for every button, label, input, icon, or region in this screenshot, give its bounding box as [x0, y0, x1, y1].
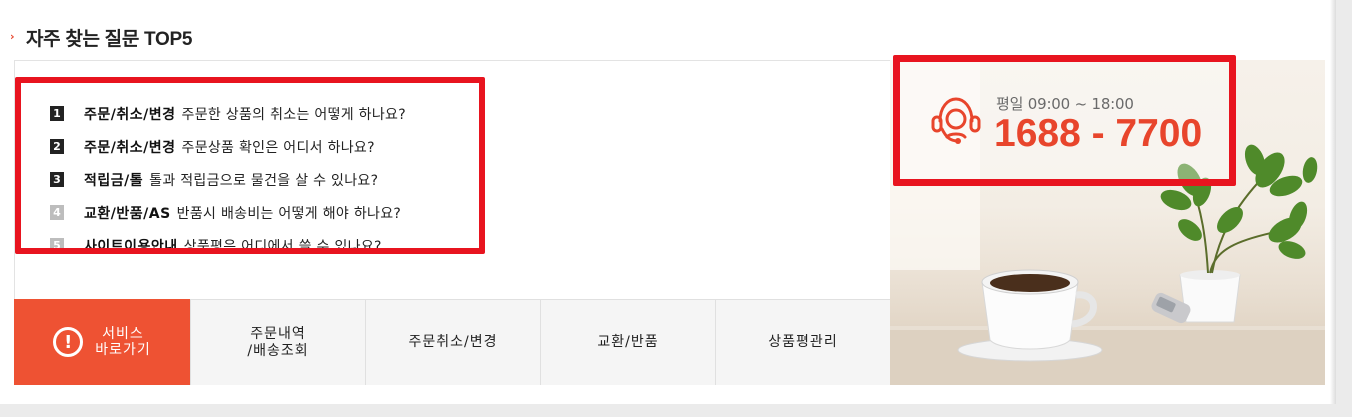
- frame-right-border: [1336, 0, 1352, 417]
- order-cancel-button[interactable]: 주문취소/변경: [365, 299, 540, 385]
- section-header: › 자주 찾는 질문 TOP5: [10, 22, 192, 52]
- service-shortcut-label: 서비스 바로가기: [95, 326, 151, 358]
- service-nav-bar: ! 서비스 바로가기 주문내역 /배송조회 주문취소/변경 교환/반품 상품평관…: [14, 299, 890, 385]
- service-shortcut-button[interactable]: ! 서비스 바로가기: [14, 299, 190, 385]
- review-management-button[interactable]: 상품평관리: [715, 299, 890, 385]
- nav-button-label: 주문내역 /배송조회: [247, 325, 309, 359]
- nav-button-label: 상품평관리: [768, 334, 838, 350]
- faq-highlight-box: [15, 77, 485, 254]
- chevron-right-icon: ›: [10, 30, 15, 43]
- nav-button-label: 주문취소/변경: [408, 334, 498, 350]
- order-history-button[interactable]: 주문내역 /배송조회: [190, 299, 365, 385]
- exchange-return-button[interactable]: 교환/반품: [540, 299, 715, 385]
- exclamation-circle-icon: !: [53, 327, 84, 357]
- cs-hours: 평일 09:00 ~ 18:00: [996, 95, 1134, 113]
- section-title: 자주 찾는 질문 TOP5: [26, 28, 193, 50]
- headset-icon: [931, 97, 981, 144]
- nav-button-label: 교환/반품: [597, 334, 659, 350]
- frame-bottom-border: [0, 404, 1352, 417]
- cs-phone-number[interactable]: 1688 - 7700: [994, 112, 1202, 156]
